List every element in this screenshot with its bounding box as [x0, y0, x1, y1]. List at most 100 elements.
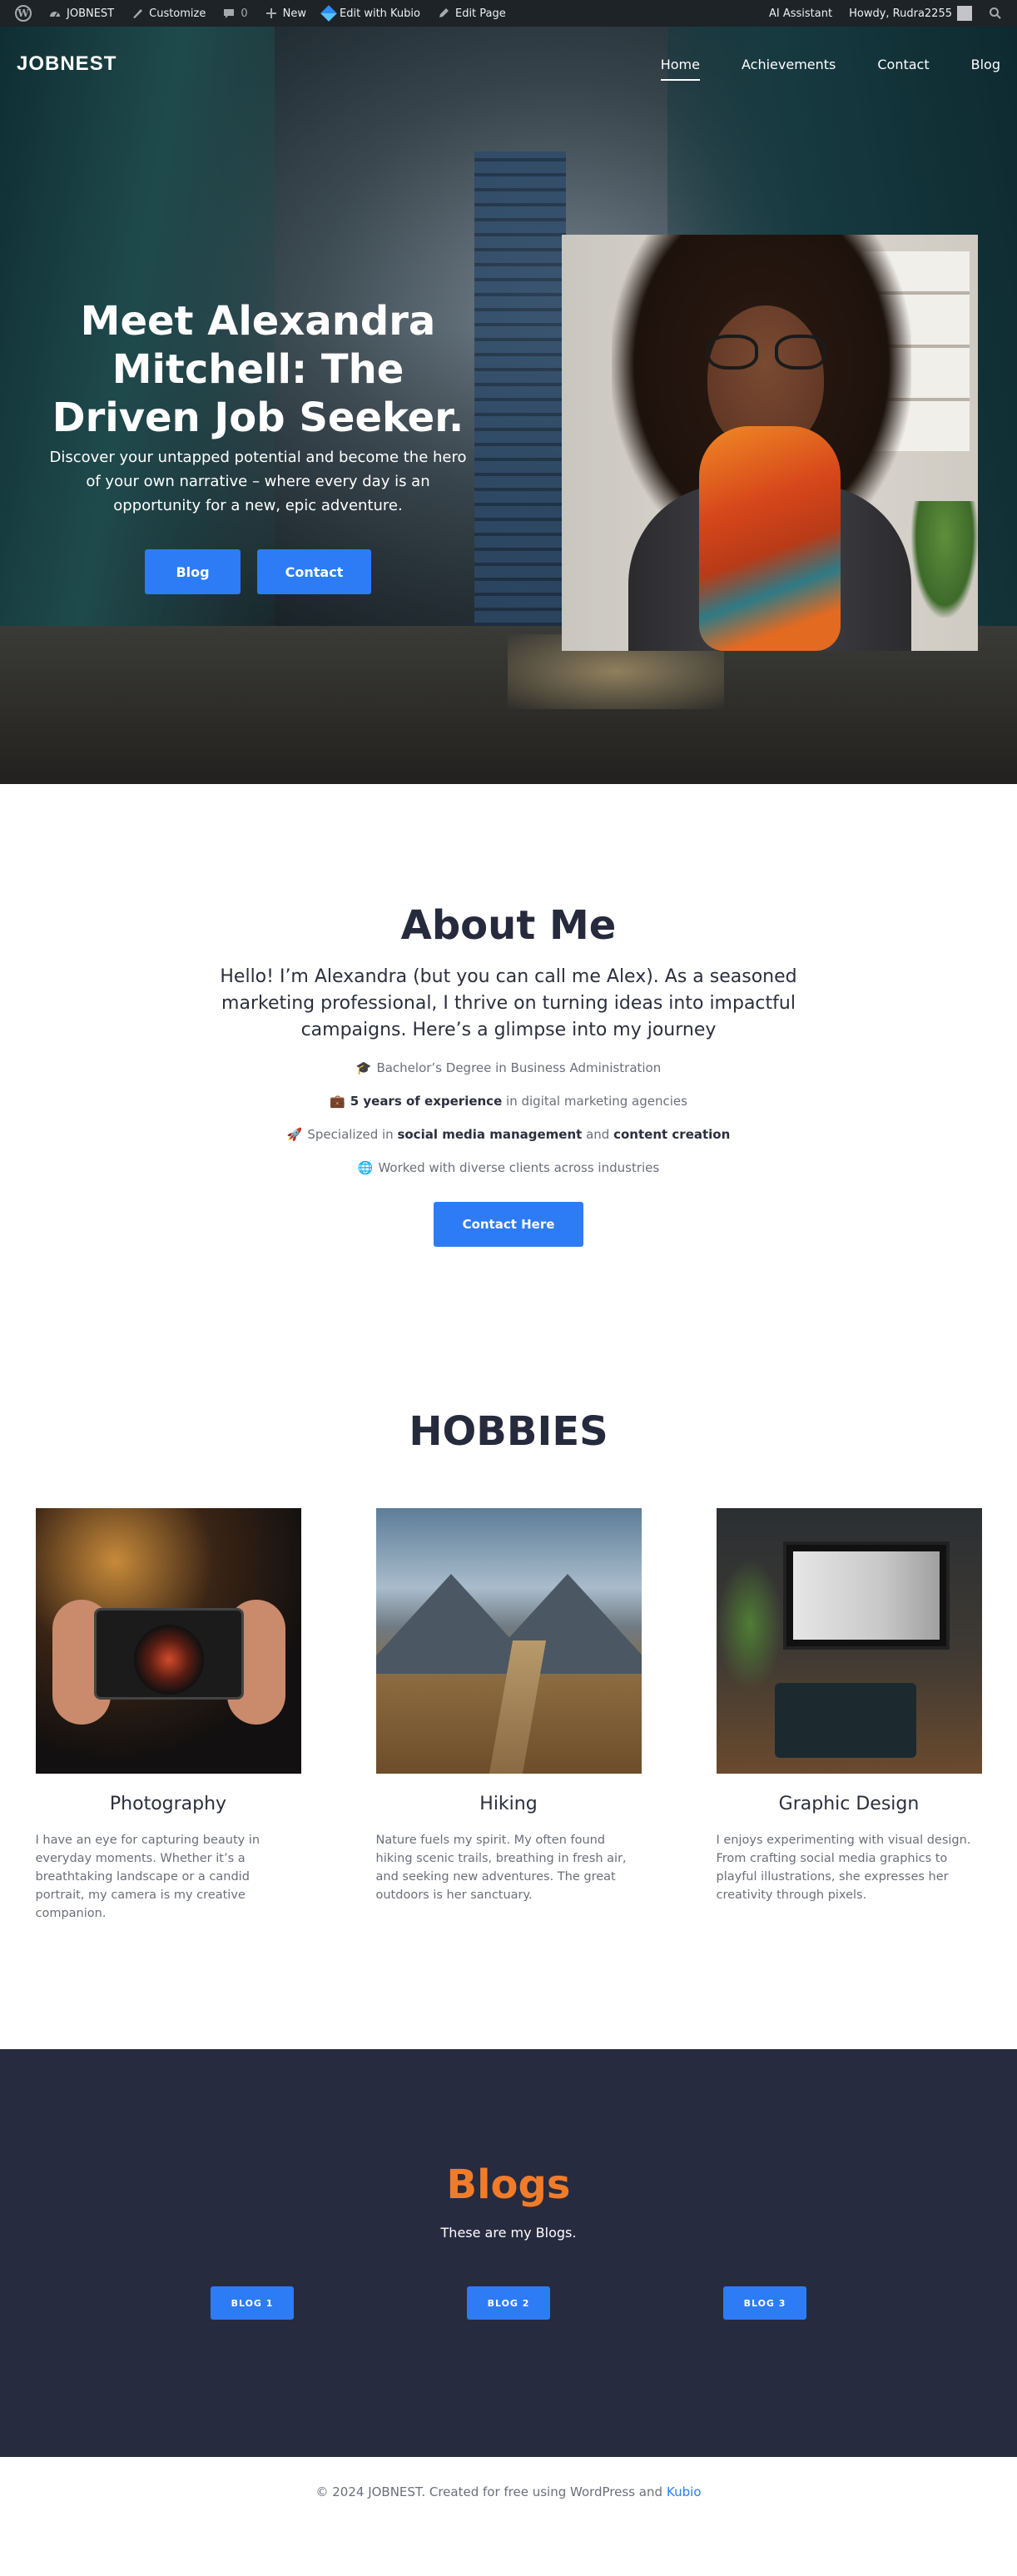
blogs-subtitle: These are my Blogs.	[440, 2225, 577, 2241]
new-label: New	[282, 7, 307, 20]
kubio-icon	[320, 5, 337, 22]
hobby-title: Hiking	[479, 1794, 538, 1814]
graphic-design-image	[716, 1508, 982, 1774]
hobby-grid: Photography I have an eye for capturing …	[35, 1508, 982, 1923]
blog-3-button[interactable]: BLOG 3	[723, 2286, 806, 2320]
new-content-link[interactable]: New	[256, 0, 315, 27]
nav-item-contact[interactable]: Contact	[877, 52, 929, 77]
blogs-title: Blogs	[446, 2162, 571, 2208]
hero-subtitle: Discover your untapped potential and bec…	[49, 449, 467, 514]
footer-text: © 2024 JOBNEST. Created for free using W…	[315, 2484, 663, 2499]
blog-buttons: BLOG 1 BLOG 2 BLOG 3	[211, 2286, 806, 2320]
kubio-link[interactable]: Kubio	[667, 2484, 701, 2499]
hero-text: Meet Alexandra Mitchell: The Driven Job …	[42, 297, 474, 594]
ai-assistant-link[interactable]: AI Assistant	[761, 0, 841, 27]
about-title: About Me	[400, 902, 617, 949]
edit-page-label: Edit Page	[454, 7, 506, 20]
comments-count: 0	[241, 7, 248, 20]
site-logo[interactable]: JOBNEST	[17, 52, 117, 76]
hobby-text: I have an eye for capturing beauty in ev…	[35, 1834, 260, 1920]
photo-lens	[133, 1625, 204, 1695]
hero-background-tower	[474, 151, 566, 668]
site-name-link[interactable]: JOBNEST	[40, 0, 122, 27]
about-facts: 🎓 Bachelor’s Degree in Business Administr…	[0, 1060, 1017, 1175]
admin-bar-right: AI Assistant Howdy, Rudra2255	[761, 0, 1010, 27]
blog-1-button[interactable]: BLOG 1	[211, 2286, 294, 2320]
blog-button[interactable]: Blog	[145, 549, 241, 594]
site-header: JOBNEST Home Achievements Contact Blog	[0, 27, 1017, 102]
contact-here-button[interactable]: Contact Here	[434, 1202, 583, 1247]
nav-item-achievements[interactable]: Achievements	[742, 52, 836, 77]
fact-clients: 🌐 Worked with diverse clients across indu…	[0, 1160, 1017, 1175]
ai-assistant-label: AI Assistant	[769, 7, 833, 20]
design-tablet	[774, 1683, 916, 1758]
about-intro: Hello! I’m Alexandra (but you can call m…	[220, 966, 797, 1040]
fact-clients-text: Worked with diverse clients across indus…	[378, 1160, 660, 1175]
edit-page-link[interactable]: Edit Page	[429, 0, 514, 27]
fact-degree: 🎓 Bachelor’s Degree in Business Administr…	[0, 1060, 1017, 1075]
nav-item-blog[interactable]: Blog	[971, 52, 1000, 77]
photography-image	[35, 1508, 301, 1774]
portrait-scarf	[699, 426, 841, 651]
avatar	[957, 6, 972, 21]
rocket-icon: 🚀	[286, 1127, 303, 1142]
fact-spec-bold2: content creation	[613, 1127, 731, 1142]
customize-link[interactable]: Customize	[122, 0, 214, 27]
plus-icon	[265, 7, 278, 20]
hobby-text: I enjoys experimenting with visual desig…	[716, 1834, 971, 1902]
admin-bar: W JOBNEST Customize 0 New Edit with Kubi…	[0, 0, 1017, 27]
graduation-cap-icon: 🎓	[355, 1060, 372, 1075]
fact-experience-bold: 5 years of experience	[350, 1094, 503, 1109]
hike-mountain-right	[475, 1574, 642, 1674]
portrait-glasses	[702, 335, 831, 370]
globe-icon: 🌐	[357, 1160, 374, 1175]
wordpress-icon: W	[15, 5, 32, 22]
fact-spec-bold1: social media management	[397, 1127, 583, 1142]
howdy-label: Howdy, Rudra2255	[849, 7, 952, 20]
wordpress-logo-button[interactable]: W	[7, 0, 40, 27]
hobby-card-hiking: Hiking Nature fuels my spirit. My often …	[375, 1508, 642, 1923]
about-section: About Me Hello! I’m Alexandra (but you c…	[0, 784, 1017, 1358]
fact-specialization: 🚀 Specialized in social media management …	[0, 1127, 1017, 1142]
site-footer: © 2024 JOBNEST. Created for free using W…	[0, 2457, 1017, 2527]
fact-spec-b: and	[582, 1127, 614, 1142]
design-screen	[792, 1551, 940, 1640]
contact-button[interactable]: Contact	[257, 549, 371, 594]
fact-degree-text: Bachelor’s Degree in Business Administra…	[376, 1060, 662, 1075]
hobbies-title: HOBBIES	[409, 1408, 608, 1455]
comments-link[interactable]: 0	[214, 0, 255, 27]
search-icon	[989, 7, 1002, 20]
hobby-card-graphic-design: Graphic Design I enjoys experimenting wi…	[716, 1508, 982, 1923]
fact-experience: 💼 5 years of experience in digital market…	[0, 1094, 1017, 1109]
site-name-label: JOBNEST	[67, 7, 115, 20]
admin-bar-left: W JOBNEST Customize 0 New Edit with Kubi…	[7, 0, 514, 27]
dashboard-icon	[48, 7, 62, 20]
hobby-card-photography: Photography I have an eye for capturing …	[35, 1508, 301, 1923]
hero-buttons: Blog Contact	[42, 549, 474, 594]
hobby-title: Graphic Design	[778, 1794, 920, 1814]
blog-2-button[interactable]: BLOG 2	[467, 2286, 550, 2320]
comment-icon	[222, 7, 236, 20]
brush-icon	[131, 7, 144, 20]
briefcase-icon: 💼	[330, 1094, 345, 1109]
account-menu[interactable]: Howdy, Rudra2255	[841, 0, 980, 27]
blogs-section: Blogs These are my Blogs. BLOG 1 BLOG 2 …	[0, 2049, 1017, 2457]
main-menu: Home Achievements Contact Blog	[660, 52, 1000, 81]
fact-spec-a: Specialized in	[307, 1127, 398, 1142]
admin-search-button[interactable]	[980, 0, 1010, 27]
hero-portrait-image	[562, 235, 978, 651]
design-plant	[716, 1558, 783, 1691]
nav-item-home[interactable]: Home	[660, 52, 701, 81]
hobbies-section: HOBBIES Photography I have an eye for ca…	[0, 1358, 1017, 2049]
fact-experience-text: in digital marketing agencies	[502, 1094, 687, 1109]
hero-section: JOBNEST Home Achievements Contact Blog M…	[0, 27, 1017, 784]
portrait-plant	[911, 501, 978, 618]
edit-with-kubio-link[interactable]: Edit with Kubio	[315, 0, 429, 27]
edit-kubio-label: Edit with Kubio	[340, 7, 420, 20]
hero-title: Meet Alexandra Mitchell: The Driven Job …	[52, 298, 464, 441]
pencil-icon	[437, 7, 450, 20]
hobby-text: Nature fuels my spirit. My often found h…	[375, 1834, 627, 1902]
customize-label: Customize	[149, 7, 206, 20]
hiking-image	[375, 1508, 642, 1774]
hobby-title: Photography	[109, 1794, 227, 1814]
